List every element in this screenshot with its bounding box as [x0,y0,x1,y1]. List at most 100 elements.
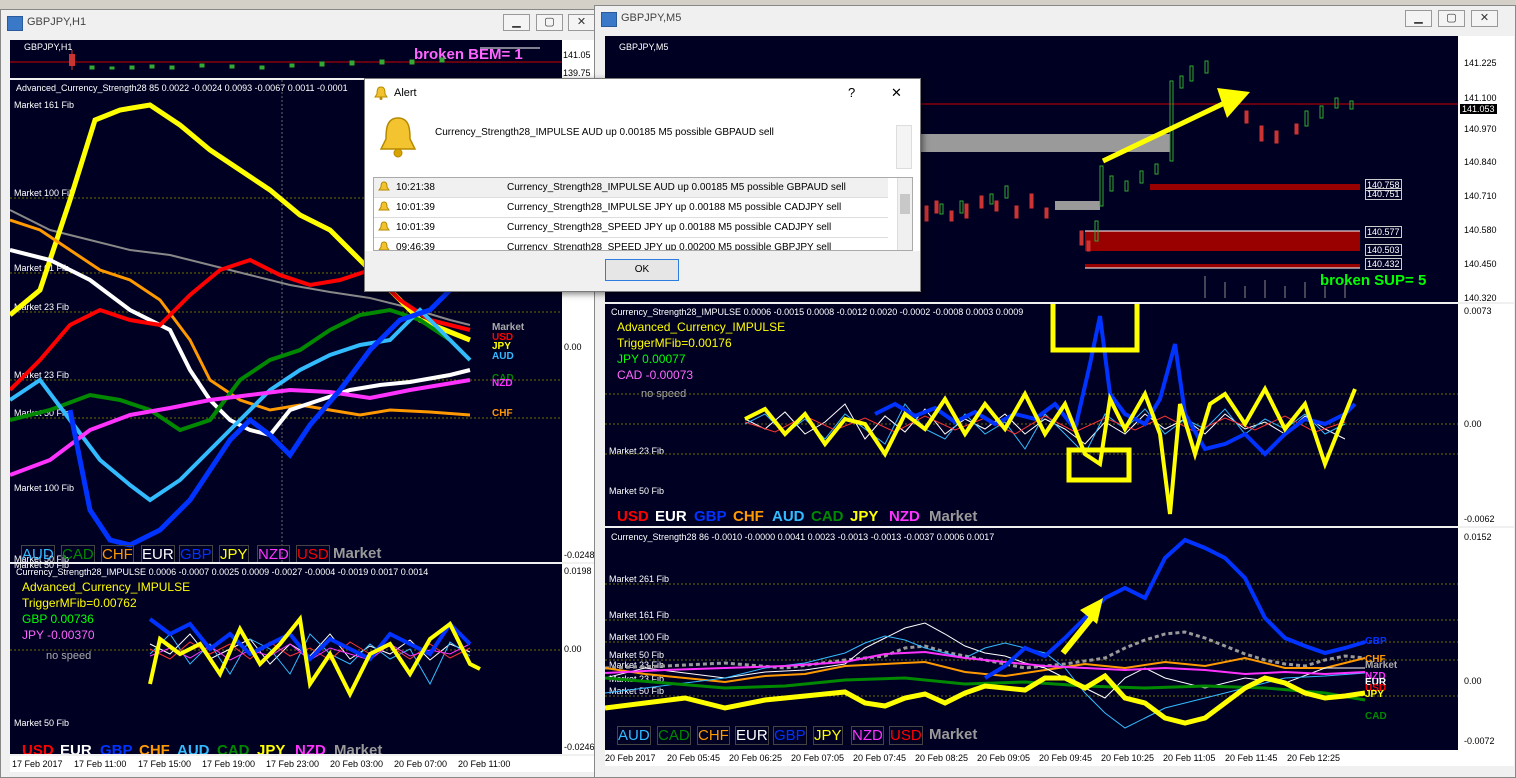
scroll-thumb[interactable] [900,194,910,214]
ok-button[interactable]: OK [605,259,679,281]
time-label: 20 Feb 08:25 [915,753,969,763]
close-button[interactable]: ✕ [568,14,595,31]
bell-icon [378,221,390,231]
maximize-button[interactable]: ▢ [536,14,563,31]
axis-min: -0.0246 [564,742,595,752]
legend-box: AUD CAD CHF EUR GBP JPY NZD USD Market [617,726,1007,746]
legend-market: Market [334,742,383,754]
impulse-axis: 0.0198 0.00 -0.0246 [562,564,598,754]
time-label: 20 Feb 05:45 [667,753,721,763]
legend-cad: CAD [811,508,844,525]
alert-message: Currency_Strength28_IMPULSE AUD up 0.001… [435,127,774,138]
time-label: 17 Feb 23:00 [266,759,320,769]
time-label: 17 Feb 2017 [12,759,63,769]
broken-sup-label: broken SUP= 5 [1320,272,1427,289]
price-high-label: 141.05 [563,50,591,60]
strength-lines [605,537,1458,729]
legend-gbp: GBP [694,508,727,525]
alert-row[interactable]: 10:21:38 Currency_Strength28_IMPULSE AUD… [374,178,888,198]
legend-nzd: NZD [889,508,920,525]
impulse-axis: 0.0073 0.00 -0.0062 [1458,304,1514,526]
tag-nzd: NZD [492,378,513,389]
legend-usd: USD [296,545,330,562]
alert-row[interactable]: 10:01:39 Currency_Strength28_IMPULSE JPY… [374,198,888,218]
legend-market: Market [333,545,382,562]
legend-chf: CHF [733,508,764,525]
alert-row[interactable]: 10:01:39 Currency_Strength28_SPEED JPY u… [374,218,888,238]
chart-icon [601,12,617,27]
price-tick: 140.320 [1464,293,1497,303]
alert-time: 09:46:39 [396,242,435,251]
bell-icon [374,86,388,100]
alert-text: Currency_Strength28_IMPULSE JPY up 0.001… [507,202,842,213]
legend-eur: EUR [655,508,687,525]
impulse-panel[interactable]: Market 50 Fib Currency_Strength28_IMPULS… [10,564,562,754]
strength-axis: 0.0152 0.00 -0.0072 [1458,528,1514,750]
message-scrollbar[interactable] [896,125,912,169]
impulse-panel[interactable]: Currency_Strength28_IMPULSE 0.0006 -0.00… [605,304,1458,526]
price-chart-panel[interactable]: GBPJPY,H1 broken BEM= 1 [10,40,562,78]
list-scrollbar[interactable] [897,178,912,250]
axis-zero: 0.00 [1464,676,1482,686]
level-tag: 140.503 [1365,244,1402,256]
price-tick: 140.450 [1464,259,1497,269]
price-tick: 140.970 [1464,124,1497,134]
alert-body: Currency_Strength28_IMPULSE AUD up 0.001… [365,107,920,251]
time-label: 20 Feb 07:00 [394,759,448,769]
alert-titlebar[interactable]: Alert ? ✕ [365,79,920,107]
legend-jpy: JPY [257,742,286,754]
time-axis: 20 Feb 2017 20 Feb 05:45 20 Feb 06:25 20… [605,750,1514,766]
window-title: GBPJPY,H1 [27,16,87,28]
axis-max: 0.0198 [564,566,592,576]
minimize-button[interactable]: ▁ [1405,10,1432,27]
maximize-button[interactable]: ▢ [1438,10,1465,27]
help-button[interactable]: ? [848,85,855,100]
alert-history-list[interactable]: 10:21:38 Currency_Strength28_IMPULSE AUD… [373,177,913,251]
level-tag: 140.751 [1365,188,1402,200]
legend-eur: EUR [141,545,175,562]
tag-chf: CHF [492,408,513,419]
window-titlebar[interactable]: GBPJPY,H1 ▁ ▢ ✕ [1,10,597,36]
chart-icon [7,16,23,31]
legend-cad: CAD [217,742,250,754]
legend-nzd: NZD [257,545,290,562]
time-label: 20 Feb 10:25 [1101,753,1155,763]
legend-aud: AUD [21,545,55,562]
window-titlebar[interactable]: GBPJPY,M5 ▁ ▢ ✕ [595,6,1515,32]
legend-aud: AUD [617,726,651,745]
axis-zero: 0.00 [564,644,582,654]
legend-chf: CHF [697,726,730,745]
close-button[interactable]: ✕ [891,85,902,101]
price-low-label: 139.75 [563,68,591,78]
level-tag: 140.577 [1365,226,1402,238]
alert-time: 10:01:39 [396,222,435,233]
time-label: 20 Feb 07:05 [791,753,845,763]
legend-nzd: NZD [295,742,326,754]
close-button[interactable]: ✕ [1471,10,1498,27]
price-tick: 140.710 [1464,191,1497,201]
tag-jpy: JPY [1365,689,1384,700]
time-label: 20 Feb 07:45 [853,753,907,763]
price-candles [10,47,562,70]
bell-icon [378,181,390,191]
alert-text: Currency_Strength28_SPEED JPY up 0.00188… [507,222,832,233]
legend-box: AUD CAD CHF EUR GBP JPY NZD USD Market [21,545,391,562]
axis-zero: 0.00 [564,342,582,352]
currency-strength-panel[interactable]: Currency_Strength28 86 -0.0010 -0.0000 0… [605,528,1458,750]
impulse-legend: USD EUR GBP CHF AUD CAD JPY NZD Market [22,742,402,754]
alert-text: Currency_Strength28_IMPULSE AUD up 0.001… [507,182,846,193]
alert-dialog[interactable]: Alert ? ✕ Currency_Strength28_IMPULSE AU… [364,78,921,292]
legend-aud: AUD [177,742,210,754]
axis-max: 0.0073 [1464,306,1492,316]
price-tick: 141.225 [1464,58,1497,68]
alert-row[interactable]: 09:46:39 Currency_Strength28_SPEED JPY u… [374,238,888,251]
legend-usd: USD [22,742,54,754]
price-axis: 141.225 141.100 141.053 140.970 140.840 … [1458,36,1514,303]
price-axis: 141.05 139.75 [562,40,598,78]
legend-usd: USD [889,726,923,745]
price-tick: 140.840 [1464,157,1497,167]
minimize-button[interactable]: ▁ [503,14,530,31]
time-label: 20 Feb 11:00 [458,759,511,769]
time-axis: 17 Feb 2017 17 Feb 11:00 17 Feb 15:00 17… [10,756,598,772]
tag-aud: AUD [492,351,514,362]
